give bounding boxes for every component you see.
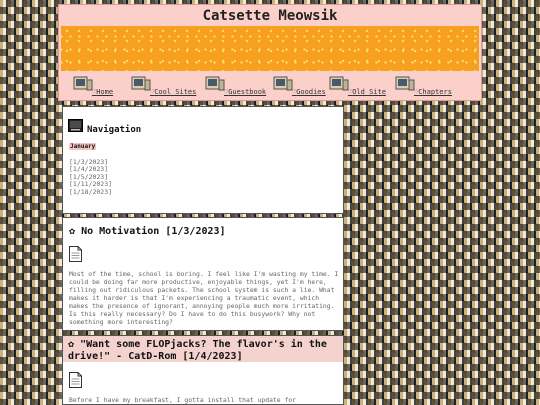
post-title: ✿ "Want some FLOPjacks? The flavor's in …	[68, 339, 327, 362]
computer-icon	[73, 76, 93, 91]
document-icon	[69, 246, 82, 262]
nav-home[interactable]: ♡Home	[73, 76, 133, 100]
banner	[61, 26, 479, 71]
computer-icon	[131, 76, 151, 91]
computer-icon	[205, 76, 225, 91]
document-icon	[69, 372, 82, 388]
computer-icon	[395, 76, 415, 91]
computer-icon	[273, 76, 293, 91]
nav-label: ♡Home	[92, 88, 114, 96]
nav-label: ♡Old Site	[348, 88, 386, 96]
nav-chapters[interactable]: ♡Chapters	[395, 76, 465, 100]
blog-post: ✿ No Motivation [1/3/2023] Most of the t…	[62, 217, 344, 331]
site-title: Catsette Meowsik	[202, 8, 338, 24]
navigation-panel: Navigation January [1/3/2023] [1/4/2023]…	[62, 106, 344, 214]
blog-post: ✿ "Want some FLOPjacks? The flavor's in …	[62, 335, 344, 405]
navigation-title: Navigation	[87, 125, 142, 135]
nav-goodies[interactable]: ♡Goodies	[273, 76, 333, 100]
date-link[interactable]: [1/18/2023]	[69, 188, 112, 196]
nav-label: ♡Goodies	[292, 88, 326, 96]
nav-guestbook[interactable]: ♡Guestbook	[205, 76, 275, 100]
post-title: ✿ No Motivation [1/3/2023]	[69, 226, 226, 237]
nav-label: ♡Cool Sites	[150, 88, 197, 96]
nav-cool-sites[interactable]: ♡Cool Sites	[131, 76, 201, 100]
date-link-list: [1/3/2023] [1/4/2023] [1/5/2023] [1/11/2…	[69, 158, 112, 196]
nav-label: ♡Chapters	[414, 88, 452, 96]
computer-icon	[329, 76, 349, 91]
post-body: Most of the time, school is boring. I fe…	[69, 270, 339, 326]
month-label: January	[69, 143, 97, 150]
post-header: ✿ "Want some FLOPjacks? The flavor's in …	[63, 336, 343, 362]
flower-icon: ✿	[68, 339, 75, 350]
flower-icon: ✿	[69, 226, 76, 237]
top-nav: ♡Home ♡Cool Sites ♡Guestbook ♡Goodies ♡O…	[73, 76, 469, 100]
site-header: Catsette Meowsik ♡Home ♡Cool Sites ♡Gues…	[58, 4, 482, 101]
monitor-icon	[68, 119, 83, 132]
nav-label: ♡Guestbook	[224, 88, 267, 96]
nav-old-site[interactable]: ♡Old Site	[329, 76, 393, 100]
post-body: Before I have my breakfast, I gotta inst…	[69, 396, 297, 404]
